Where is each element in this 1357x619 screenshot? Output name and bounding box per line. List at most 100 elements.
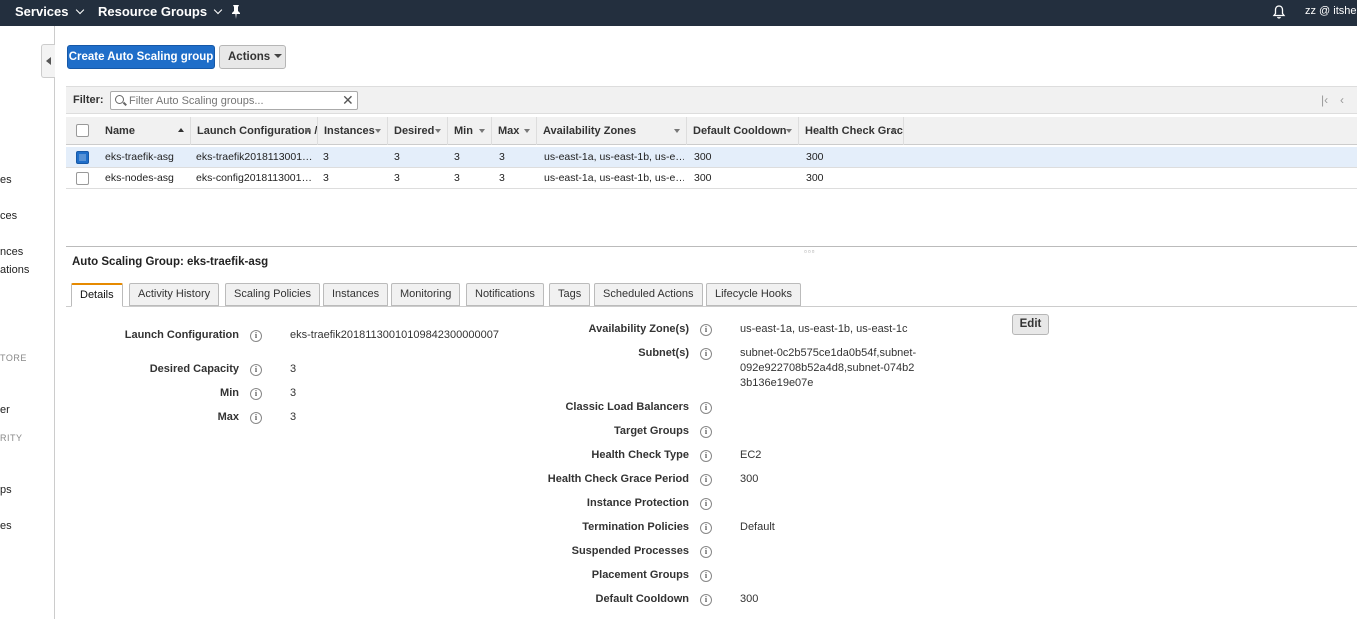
sidebar-item[interactable]: ations bbox=[0, 264, 29, 276]
detail-value-termination-policies: Default bbox=[740, 521, 775, 533]
tab-notifications[interactable]: Notifications bbox=[466, 283, 544, 306]
sidebar-item[interactable]: er bbox=[0, 404, 10, 416]
info-icon[interactable]: i bbox=[700, 546, 712, 558]
sort-icon bbox=[786, 129, 792, 133]
info-icon[interactable]: i bbox=[250, 388, 262, 400]
previous-page-icon[interactable]: ‹ bbox=[1340, 93, 1344, 107]
info-icon[interactable]: i bbox=[700, 402, 712, 414]
sort-icon bbox=[674, 129, 680, 133]
clear-filter-icon[interactable]: ✕ bbox=[342, 92, 354, 108]
caret-down-icon bbox=[274, 54, 283, 58]
tab-tags[interactable]: Tags bbox=[549, 283, 591, 306]
tab-lifecycle-hooks[interactable]: Lifecycle Hooks bbox=[706, 283, 802, 306]
chevron-down-icon bbox=[75, 5, 84, 15]
sidebar-item[interactable]: ces bbox=[0, 210, 17, 222]
column-header-name[interactable]: Name bbox=[99, 117, 191, 145]
sort-icon bbox=[375, 129, 381, 133]
detail-label-suspended-processes: Suspended Processes bbox=[571, 545, 689, 557]
detail-label-health-check-type: Health Check Type bbox=[591, 449, 689, 461]
tab-details[interactable]: Details bbox=[71, 283, 123, 307]
resource-groups-menu[interactable]: Resource Groups bbox=[98, 0, 223, 26]
column-header-desired[interactable]: Desired bbox=[388, 117, 448, 145]
services-label: Services bbox=[15, 4, 69, 19]
column-header-max[interactable]: Max bbox=[492, 117, 537, 145]
info-icon[interactable]: i bbox=[700, 594, 712, 606]
column-header-launch-configuration[interactable]: Launch Configuration / bbox=[191, 117, 318, 145]
cell-min: 3 bbox=[454, 172, 460, 184]
detail-value-launch-configuration: eks-traefik20181130010109842300000007 bbox=[290, 329, 499, 341]
sort-icon bbox=[891, 129, 897, 133]
chevron-left-icon bbox=[46, 57, 51, 65]
detail-label-termination-policies: Termination Policies bbox=[582, 521, 689, 533]
column-header-instances[interactable]: Instances bbox=[318, 117, 388, 145]
info-icon[interactable]: i bbox=[250, 330, 262, 342]
info-icon[interactable]: i bbox=[700, 474, 712, 486]
resize-handle-icon[interactable]: ▫▫▫ bbox=[804, 247, 816, 256]
first-page-icon[interactable]: |‹ bbox=[1321, 93, 1328, 107]
bell-icon[interactable] bbox=[1272, 4, 1286, 20]
detail-value-availability-zones: us-east-1a, us-east-1b, us-east-1c bbox=[740, 323, 908, 335]
info-icon[interactable]: i bbox=[700, 426, 712, 438]
column-header-availability-zones[interactable]: Availability Zones bbox=[537, 117, 687, 145]
search-icon bbox=[115, 95, 124, 104]
top-nav-bar: Services Resource Groups zz @ itshell bbox=[0, 0, 1357, 26]
cell-launch-configuration: eks-traefik2018113001… bbox=[196, 151, 313, 163]
info-icon[interactable]: i bbox=[700, 348, 712, 360]
cell-instances: 3 bbox=[323, 151, 329, 163]
info-icon[interactable]: i bbox=[700, 450, 712, 462]
tab-monitoring[interactable]: Monitoring bbox=[391, 283, 461, 306]
collapse-sidebar-button[interactable] bbox=[41, 44, 55, 78]
resource-groups-label: Resource Groups bbox=[98, 4, 208, 19]
sidebar-item[interactable]: es bbox=[0, 520, 12, 532]
sidebar-section-heading: RITY bbox=[0, 433, 23, 443]
cell-name: eks-nodes-asg bbox=[105, 172, 174, 184]
info-icon[interactable]: i bbox=[700, 522, 712, 534]
info-icon[interactable]: i bbox=[700, 324, 712, 336]
detail-label-launch-configuration: Launch Configuration bbox=[124, 329, 239, 341]
sidebar-item[interactable]: es bbox=[0, 174, 12, 186]
cell-max: 3 bbox=[499, 172, 505, 184]
sort-icon bbox=[479, 129, 485, 133]
sort-icon bbox=[435, 129, 441, 133]
tab-scaling-policies[interactable]: Scaling Policies bbox=[225, 283, 321, 306]
tab-activity-history[interactable]: Activity History bbox=[129, 283, 220, 306]
services-menu[interactable]: Services bbox=[15, 0, 84, 26]
row-checkbox[interactable] bbox=[76, 151, 89, 164]
info-icon[interactable]: i bbox=[700, 570, 712, 582]
detail-label-min: Min bbox=[220, 387, 239, 399]
filter-search-input[interactable] bbox=[110, 91, 358, 110]
detail-label-health-check-grace-period: Health Check Grace Period bbox=[547, 473, 689, 485]
detail-label-placement-groups: Placement Groups bbox=[591, 569, 689, 581]
column-header-health-check-grace[interactable]: Health Check Grac bbox=[799, 117, 904, 145]
cell-health-check-grace: 300 bbox=[806, 151, 824, 163]
info-icon[interactable]: i bbox=[700, 498, 712, 510]
select-all-checkbox[interactable] bbox=[76, 124, 89, 137]
info-icon[interactable]: i bbox=[250, 412, 262, 424]
tab-scheduled-actions[interactable]: Scheduled Actions bbox=[594, 283, 703, 306]
detail-label-availability-zones: Availability Zone(s) bbox=[588, 323, 689, 335]
cell-max: 3 bbox=[499, 151, 505, 163]
sort-icon bbox=[524, 129, 530, 133]
row-checkbox[interactable] bbox=[76, 172, 89, 185]
pin-icon[interactable] bbox=[230, 4, 242, 20]
edit-button[interactable]: Edit bbox=[1012, 314, 1049, 335]
create-auto-scaling-group-button[interactable]: Create Auto Scaling group bbox=[67, 45, 215, 69]
cell-desired: 3 bbox=[394, 172, 400, 184]
tab-instances[interactable]: Instances bbox=[323, 283, 389, 306]
table-row[interactable]: eks-nodes-asg eks-config2018113001… 3 3 … bbox=[66, 168, 1357, 189]
table-row[interactable]: eks-traefik-asg eks-traefik2018113001… 3… bbox=[66, 147, 1357, 168]
sidebar-item[interactable]: nces bbox=[0, 246, 23, 258]
sort-icon bbox=[305, 129, 311, 133]
actions-dropdown-button[interactable]: Actions bbox=[219, 45, 286, 69]
detail-label-instance-protection: Instance Protection bbox=[586, 497, 689, 509]
sidebar-item[interactable]: ps bbox=[0, 484, 12, 496]
cell-default-cooldown: 300 bbox=[694, 172, 712, 184]
user-account-menu[interactable]: zz @ itshell bbox=[1305, 0, 1357, 23]
detail-label-default-cooldown: Default Cooldown bbox=[595, 593, 690, 605]
detail-value-subnets: subnet-0c2b575ce1da0b54f,subnet-092e9227… bbox=[740, 347, 917, 389]
info-icon[interactable]: i bbox=[250, 364, 262, 376]
column-header-default-cooldown[interactable]: Default Cooldown bbox=[687, 117, 799, 145]
column-header-min[interactable]: Min bbox=[448, 117, 492, 145]
pane-splitter[interactable] bbox=[66, 246, 1357, 247]
cell-instances: 3 bbox=[323, 172, 329, 184]
